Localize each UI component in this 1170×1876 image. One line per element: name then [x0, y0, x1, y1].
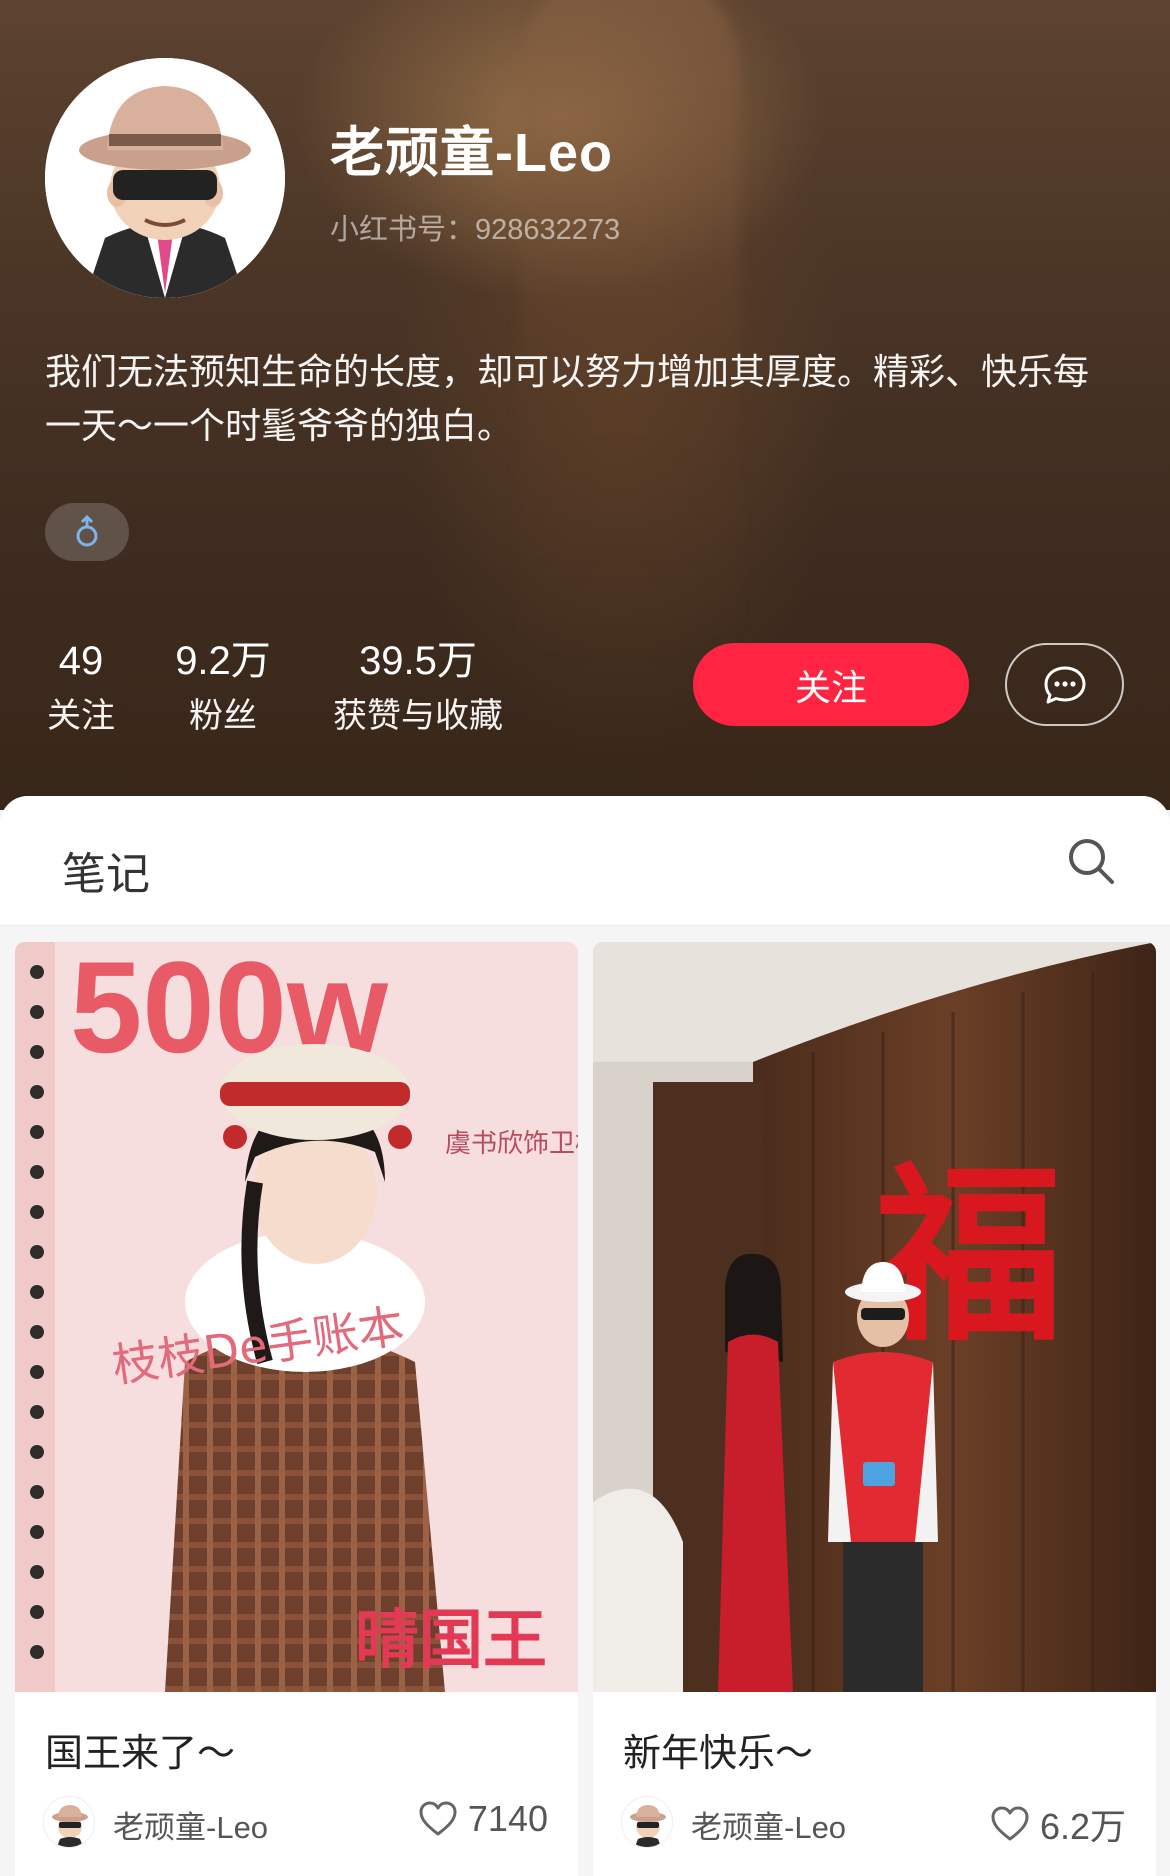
author-avatar[interactable]	[621, 1796, 673, 1848]
profile-header: 老顽童-Leo 小红书号：928632273 我们无法预知生命的长度，却可以努力…	[0, 0, 1170, 810]
note-title: 国王来了～	[45, 1733, 236, 1775]
fans-count: 9.2万	[175, 639, 271, 683]
message-button[interactable]	[1005, 643, 1124, 726]
follow-button[interactable]: 关注	[693, 643, 969, 726]
search-button[interactable]	[1066, 836, 1116, 886]
gender-tag	[45, 503, 129, 561]
likes-label: 获赞与收藏	[333, 697, 503, 735]
avatar[interactable]	[45, 58, 285, 298]
bio: 我们无法预知生命的长度，却可以努力增加其厚度。精彩、快乐每一天～一个时髦爷爷的独…	[45, 351, 1090, 446]
notes-panel: 笔记 500w 枝枝De手账本 虞书欣饰卫 晴国王 国王来了～ 老顽童-Leo …	[0, 796, 1170, 1876]
following-count: 49	[58, 639, 104, 683]
note-likes[interactable]: 7140	[418, 1798, 548, 1840]
male-icon	[76, 515, 98, 547]
heart-icon	[419, 1801, 457, 1836]
note-cover-image: 福	[593, 942, 1156, 1692]
avatar-illustration	[45, 58, 285, 298]
note-cover-illustration: 500w 枝枝De手账本 虞书欣饰卫枝 晴国王	[15, 942, 578, 1692]
likes-count: 39.5万	[359, 639, 477, 683]
author-avatar-illustration	[44, 1797, 94, 1847]
stat-likes[interactable]: 39.5万 获赞与收藏	[330, 636, 506, 740]
note-title: 新年快乐～	[623, 1733, 814, 1775]
note-card[interactable]: 福 新年快乐～ 老顽童-Leo 6.2万	[593, 942, 1156, 1876]
stat-fans[interactable]: 9.2万 粉丝	[168, 636, 278, 740]
note-card[interactable]: 500w 枝枝De手账本 虞书欣饰卫枝 晴国王 国王来了～	[15, 942, 578, 1876]
heart-icon	[991, 1806, 1029, 1841]
note-author: 老顽童-Leo	[691, 1810, 847, 1845]
note-likes[interactable]: 6.2万	[990, 1798, 1126, 1850]
author-avatar-illustration	[622, 1797, 672, 1847]
search-icon	[1069, 839, 1114, 884]
red-id: 小红书号：928632273	[330, 214, 621, 246]
note-likes-count: 6.2万	[1039, 1806, 1126, 1847]
note-cover-image: 500w 枝枝De手账本 虞书欣饰卫枝 晴国王	[15, 942, 578, 1692]
header-background	[520, 0, 740, 660]
tab-notes[interactable]: 笔记	[62, 838, 150, 902]
following-label: 关注	[47, 697, 115, 735]
chat-bubble-icon	[1044, 666, 1085, 703]
fans-label: 粉丝	[189, 697, 257, 735]
cover-text-king: 晴国王	[355, 1604, 547, 1678]
note-author: 老顽童-Leo	[113, 1810, 269, 1845]
stat-following[interactable]: 49 关注	[45, 636, 117, 740]
username: 老顽童-Leo	[330, 123, 613, 183]
tab-bar: 笔记	[0, 796, 1170, 926]
note-likes-count: 7140	[467, 1798, 548, 1839]
note-cover-photo: 福	[593, 942, 1156, 1692]
author-avatar[interactable]	[43, 1796, 95, 1848]
cover-text-caption: 虞书欣饰卫枝	[445, 1129, 578, 1159]
